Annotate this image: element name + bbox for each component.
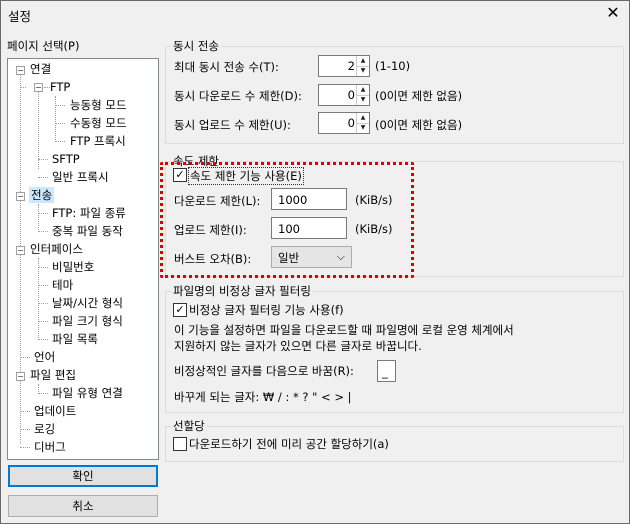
sidebar-item-ftp-proxy[interactable]: FTP 프록시 (70, 133, 126, 149)
tree-line (38, 258, 39, 340)
sidebar-item-passive-mode[interactable]: 수동형 모드 (70, 115, 127, 131)
sidebar-item-interface[interactable]: 인터페이스 (30, 241, 83, 257)
tree-line (38, 231, 48, 232)
sidebar-item-language[interactable]: 언어 (34, 349, 55, 365)
sidebar-item-sftp[interactable]: SFTP (52, 151, 80, 167)
tree-line (38, 177, 48, 178)
sidebar-item-active-mode[interactable]: 능동형 모드 (70, 97, 127, 113)
download-count-hint: (0이면 제한 없음) (375, 89, 463, 103)
collapse-icon[interactable]: − (16, 192, 25, 201)
close-icon[interactable]: ✕ (603, 3, 623, 23)
group-title: 파일명의 비정상 글자 필터링 (171, 283, 313, 299)
cancel-button[interactable]: 취소 (8, 495, 158, 517)
speed-limit-checkbox[interactable]: ✓ (173, 168, 187, 182)
max-transfers-spinner[interactable]: 2 ▲ ▼ (318, 55, 370, 77)
tree-line (38, 204, 39, 232)
sidebar-item-date-time-format[interactable]: 날짜/시간 형식 (52, 295, 123, 311)
sidebar-item-filetype-associations[interactable]: 파일 유형 연결 (52, 385, 123, 401)
tree-line (38, 213, 48, 214)
sidebar-item-themes[interactable]: 테마 (52, 277, 73, 293)
prealloc-enable-label[interactable]: 다운로드하기 전에 미리 공간 할당하기(a) (189, 436, 389, 452)
group-title: 동시 전송 (171, 38, 221, 54)
tree-line (20, 69, 21, 444)
upload-unit: (KiB/s) (355, 222, 393, 236)
replace-with-label: 비정상적인 글자를 다음으로 바꿈(R): (174, 364, 354, 378)
sidebar-item-connection[interactable]: 연결 (30, 61, 51, 77)
spin-down-icon[interactable]: ▼ (357, 95, 369, 105)
download-unit: (KiB/s) (355, 193, 393, 207)
tree-line (55, 96, 56, 142)
tree-line (38, 303, 48, 304)
tree-line (38, 285, 48, 286)
burst-tolerance-label: 버스트 오차(B): (174, 252, 252, 266)
download-count-value: 0 (347, 88, 355, 102)
upload-count-hint: (0이면 제한 없음) (375, 118, 463, 132)
tree-line (55, 123, 65, 124)
spin-down-icon[interactable]: ▼ (357, 123, 369, 133)
sidebar-item-file-lists[interactable]: 파일 목록 (52, 331, 98, 347)
burst-tolerance-value: 일반 (278, 251, 300, 265)
group-title: 선할당 (171, 418, 207, 434)
ok-button[interactable]: 확인 (8, 465, 158, 487)
tree-line (38, 267, 48, 268)
collapse-icon[interactable]: − (16, 372, 25, 381)
filter-description-line2: 지원하지 않는 글자가 있으면 다른 글자로 바꿉니다. (174, 339, 422, 353)
collapse-icon[interactable]: − (16, 66, 25, 75)
filter-enable-label[interactable]: 비정상 글자 필터링 기능 사용(f) (189, 302, 344, 318)
tree-line (55, 141, 65, 142)
tree-line (55, 105, 65, 106)
collapse-icon[interactable]: − (34, 83, 43, 92)
upload-limit-input[interactable]: 100 (271, 217, 347, 239)
replace-with-input[interactable]: _ (377, 360, 396, 382)
chevron-down-icon: ⌵ (336, 250, 345, 263)
spin-down-icon[interactable]: ▼ (357, 66, 369, 76)
sidebar-item-ftp-file-types[interactable]: FTP: 파일 종류 (52, 205, 126, 221)
tree-line (38, 321, 48, 322)
collapse-icon[interactable]: − (16, 246, 25, 255)
upload-limit-label: 업로드 제한(I): (174, 223, 247, 237)
tree-line (20, 357, 30, 358)
sidebar-item-file-editing[interactable]: 파일 편집 (30, 367, 76, 383)
sidebar-item-ftp[interactable]: FTP (50, 79, 70, 95)
tree-line (38, 393, 48, 394)
tree-line (20, 429, 30, 430)
tree-line (38, 87, 39, 169)
sidebar-item-debug[interactable]: 디버그 (34, 439, 66, 455)
sidebar-item-logging[interactable]: 로깅 (34, 421, 55, 437)
filter-description-line1: 이 기능을 설정하면 파일을 다운로드할 때 파일명에 로컬 운영 체계에서 (174, 323, 514, 337)
download-limit-input[interactable]: 1000 (271, 188, 347, 210)
download-limit-label: 다운로드 제한(L): (174, 194, 261, 208)
page-tree[interactable]: − 연결 − FTP 능동형 모드 수동형 모드 FTP 프록시 SFTP 일반… (7, 58, 159, 460)
upload-count-value: 0 (347, 116, 355, 130)
max-transfers-value: 2 (347, 59, 355, 73)
max-transfers-hint: (1-10) (375, 59, 411, 73)
tree-line (38, 339, 48, 340)
sidebar-item-filesize-format[interactable]: 파일 크기 형식 (52, 313, 123, 329)
download-limit-count-label: 동시 다운로드 수 제한(D): (174, 89, 302, 103)
filtered-chars-label: 바꾸게 되는 글자: ₩ / : * ? " < > | (174, 390, 352, 404)
prealloc-checkbox[interactable] (173, 437, 187, 451)
burst-tolerance-select[interactable]: 일반 ⌵ (271, 246, 352, 268)
upload-limit-count-label: 동시 업로드 수 제한(U): (174, 118, 291, 132)
filter-checkbox[interactable]: ✓ (173, 303, 187, 317)
sidebar-item-generic-proxy[interactable]: 일반 프록시 (52, 169, 109, 185)
tree-line (38, 159, 48, 160)
tree-line (20, 411, 30, 412)
sidebar-item-passwords[interactable]: 비밀번호 (52, 259, 94, 275)
max-transfers-label: 최대 동시 전송 수(T): (174, 60, 279, 74)
sidebar-item-updates[interactable]: 업데이트 (34, 403, 76, 419)
sidebar-label: 페이지 선택(P) (7, 39, 80, 53)
tree-line (20, 87, 26, 88)
tree-line (20, 447, 30, 448)
window-title: 설정 (8, 9, 32, 24)
sidebar-item-file-exists-action[interactable]: 중복 파일 동작 (52, 223, 123, 239)
upload-count-spinner[interactable]: 0 ▲ ▼ (318, 112, 370, 134)
speed-limit-enable-label[interactable]: 속도 제한 기능 사용(E) (188, 167, 304, 185)
sidebar-item-transfers[interactable]: 전송 (29, 187, 55, 203)
download-count-spinner[interactable]: 0 ▲ ▼ (318, 84, 370, 106)
